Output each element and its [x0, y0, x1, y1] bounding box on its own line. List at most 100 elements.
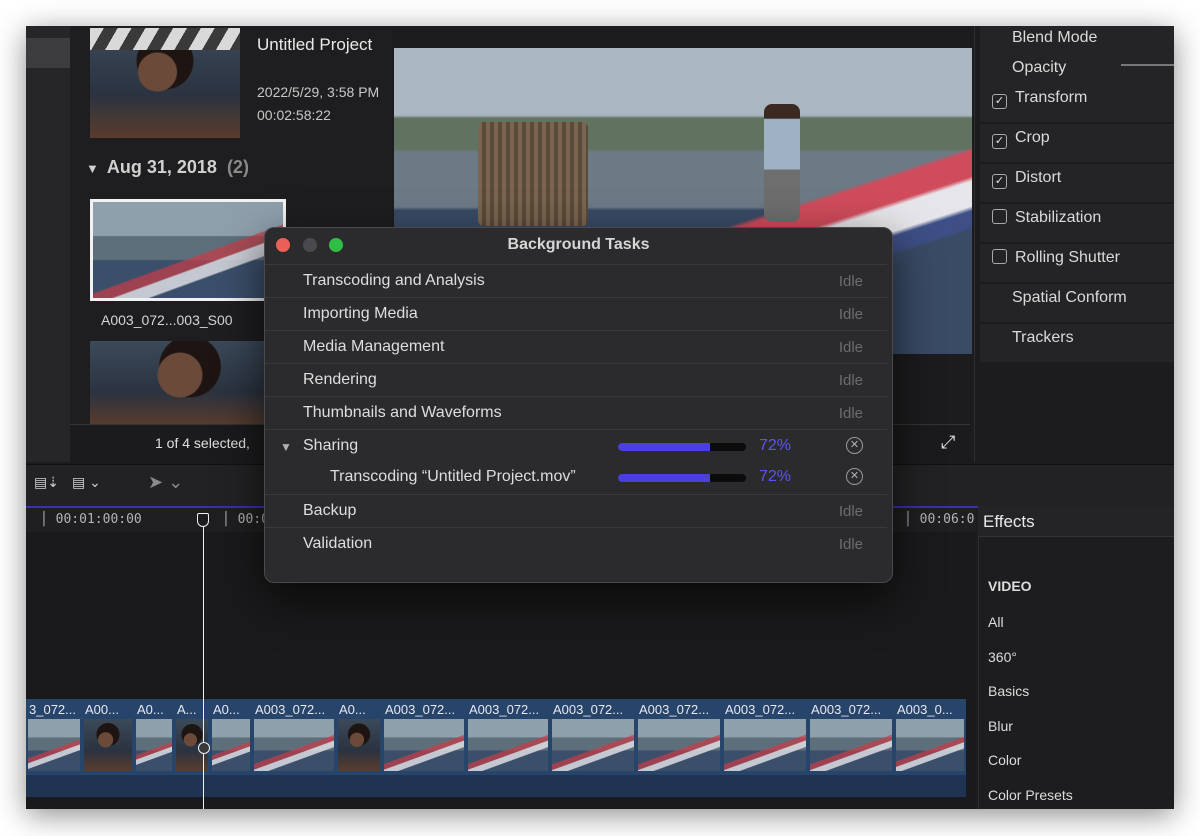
disclosure-triangle-icon[interactable]: ▼ [280, 440, 292, 454]
task-label: Sharing [303, 437, 359, 454]
inspector-row[interactable]: Stabilization [980, 204, 1174, 242]
selection-status: 1 of 4 selected, [155, 435, 250, 451]
event-clip-count: (2) [226, 157, 249, 177]
audio-skimming-icon[interactable]: ▤⇣ [34, 474, 59, 491]
inspector-row[interactable]: Trackers [980, 324, 1174, 362]
clapperboard-icon [90, 28, 240, 50]
clip-filmstrip [468, 719, 548, 771]
fullscreen-expand-icon[interactable]: ⤢ [941, 432, 955, 453]
playhead-handle[interactable] [197, 513, 209, 527]
clip-audio-lane [252, 775, 336, 797]
primary-storyline: 3_072... A00... A0... A... A0... A003_072... A… [26, 699, 976, 799]
task-status: Idle [838, 306, 863, 323]
event-date-header[interactable]: ▼ Aug 31, 2018 (2) [86, 157, 249, 178]
task-label: Importing Media [303, 305, 418, 322]
ruler-tick-label: │ 00:06:0 [904, 512, 975, 527]
effects-title: Effects [983, 512, 1035, 531]
inspector-label: Spatial Conform [1012, 289, 1127, 307]
clip-filmstrip [384, 719, 464, 771]
timeline-clip[interactable]: A003_072... [808, 699, 896, 797]
progress-percent: 72% [759, 468, 792, 485]
project-date: 2022/5/29, 3:58 PM [257, 84, 380, 100]
background-tasks-dialog: Background Tasks Transcoding and Analysi… [264, 227, 893, 583]
clip-label: A003_072... [639, 702, 710, 717]
cancel-task-icon[interactable]: ✕ [846, 468, 863, 485]
timeline-clip[interactable]: A0... [210, 699, 254, 797]
timeline-clip[interactable]: A0... [336, 699, 384, 797]
inspector-row[interactable]: ✓ Transform [980, 84, 1174, 122]
playhead[interactable] [203, 516, 204, 809]
sidebar-selected-item[interactable] [26, 38, 70, 68]
clip-audio-lane [82, 775, 134, 797]
clip-filmstrip [896, 719, 964, 771]
clip-filmstrip [552, 719, 634, 771]
timeline-clip[interactable]: A003_072... [252, 699, 338, 797]
progress-percent: 72% [759, 437, 792, 454]
effects-category[interactable]: Color [988, 752, 1021, 768]
timeline-clip[interactable]: A003_072... [550, 699, 638, 797]
task-row[interactable]: Transcoding “Untitled Project.mov” 72% ✕ [265, 461, 887, 494]
task-label: Rendering [303, 371, 377, 388]
inspector-row[interactable]: ✓ Crop [980, 124, 1174, 162]
inspector-label-text: Trackers [1012, 329, 1074, 346]
timeline-clip[interactable]: A003_072... [722, 699, 810, 797]
clip-audio-lane [894, 775, 966, 797]
inspector-checkbox[interactable] [992, 249, 1007, 264]
clip-label: A0... [137, 702, 164, 717]
effects-category[interactable]: Color Presets [988, 787, 1073, 803]
inspector-row[interactable]: ✓ Distort [980, 164, 1174, 202]
timeline-clip[interactable]: A00... [82, 699, 136, 797]
disclosure-triangle-icon[interactable]: ▼ [86, 161, 99, 176]
clip-thumbnail[interactable] [90, 341, 290, 426]
clip-audio-lane [636, 775, 722, 797]
timeline-clip[interactable]: A0... [134, 699, 176, 797]
effects-category[interactable]: Blur [988, 718, 1013, 734]
project-title[interactable]: Untitled Project [257, 35, 372, 55]
select-tool-icon[interactable]: ➤ ⌄ [148, 472, 183, 493]
timeline-clip[interactable]: A003_072... [466, 699, 552, 797]
task-row[interactable]: ▼ Sharing 72% ✕ [265, 429, 887, 463]
clip-audio-lane [550, 775, 636, 797]
clip-audio-lane [722, 775, 808, 797]
timeline-clip[interactable]: A003_072... [636, 699, 724, 797]
timeline-clip[interactable]: A003_0... [894, 699, 968, 797]
inspector-label: Rolling Shutter [992, 249, 1120, 267]
inspector-row[interactable]: Rolling Shutter [980, 244, 1174, 282]
selected-clip-thumbnail[interactable] [90, 199, 286, 301]
inspector-checkbox[interactable]: ✓ [992, 134, 1007, 149]
task-row[interactable]: Rendering Idle [265, 363, 887, 397]
task-row[interactable]: Thumbnails and Waveforms Idle [265, 396, 887, 430]
dialog-title: Background Tasks [507, 236, 650, 253]
effects-category[interactable]: All [988, 614, 1004, 630]
inspector-label-text: Blend Mode [1012, 29, 1098, 46]
inspector-checkbox[interactable]: ✓ [992, 94, 1007, 109]
inspector-label-text: Spatial Conform [1012, 289, 1127, 306]
progress-fill [618, 474, 711, 482]
cancel-task-icon[interactable]: ✕ [846, 437, 863, 454]
inspector-label: Blend Mode [1012, 29, 1097, 47]
clip-appearance-icon[interactable]: ▤ ⌄ [72, 474, 101, 491]
viewer-person-shape [764, 104, 800, 222]
clip-label: A0... [213, 702, 240, 717]
timeline-clip[interactable]: 3_072... [26, 699, 84, 797]
task-row[interactable]: Backup Idle [265, 494, 887, 528]
clip-label: A003_072... [553, 702, 624, 717]
task-row[interactable]: Media Management Idle [265, 330, 887, 364]
opacity-slider[interactable] [1121, 64, 1174, 66]
task-status: Idle [838, 503, 863, 520]
inspector-label: Trackers [1012, 329, 1074, 347]
inspector-row[interactable]: Spatial Conform [980, 284, 1174, 322]
inspector-checkbox[interactable]: ✓ [992, 174, 1007, 189]
effects-category[interactable]: 360° [988, 649, 1017, 665]
inspector-checkbox[interactable] [992, 209, 1007, 224]
task-row[interactable]: Validation Idle [265, 527, 887, 561]
task-label: Validation [303, 535, 373, 552]
effects-section-video[interactable]: VIDEO [988, 578, 1032, 594]
clip-audio-lane [382, 775, 466, 797]
task-row[interactable]: Transcoding and Analysis Idle [265, 264, 887, 298]
task-row[interactable]: Importing Media Idle [265, 297, 887, 331]
timeline-clip[interactable]: A003_072... [382, 699, 468, 797]
effects-category[interactable]: Basics [988, 683, 1029, 699]
selected-clip-name[interactable]: A003_072...003_S00 [101, 312, 233, 328]
clip-filmstrip [84, 719, 132, 771]
